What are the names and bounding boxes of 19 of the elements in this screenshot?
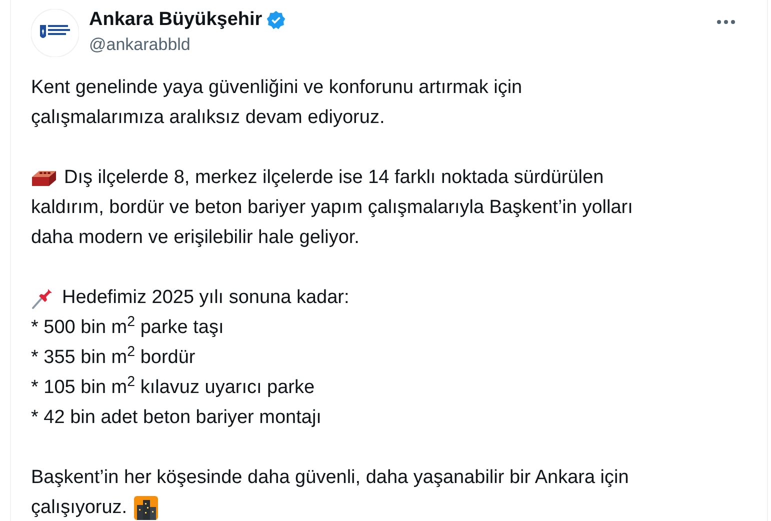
account-handle[interactable]: @ankarabbld	[89, 34, 286, 56]
tweet-text-line: Hedefimiz 2025 yılı sonuna kadar:	[62, 286, 350, 310]
tweet-text-line: çalışmalarımıza aralıksız devam ediyoruz.	[31, 106, 385, 130]
more-options-icon[interactable]	[715, 18, 737, 26]
tweet-text-line: kaldırım, bordür ve beton bariyer yapım çalışmalarıyla Başkent’in yolları	[31, 196, 633, 220]
brick-icon	[31, 168, 57, 188]
pushpin-icon	[31, 286, 55, 310]
tweet-text-line: çalışıyoruz.	[31, 496, 128, 520]
tweet-text-line: Başkent’in her köşesinde daha güvenli, daha yaşanabilir bir Ankara için	[31, 466, 629, 490]
tweet-text-line: daha modern ve erişilebilir hale geliyor.	[31, 226, 360, 250]
account-name[interactable]: Ankara Büyükşehir	[89, 8, 262, 32]
tweet-text-line: * 500 bin m$^{2}$ parke taşı	[31, 313, 224, 340]
tweet-text-line: Dış ilçelerde 8, merkez ilçelerde ise 14 farklı noktada sürdürülen	[64, 166, 604, 190]
tweet-text-line: * 355 bin m$^{2}$ bordür	[31, 343, 196, 370]
tweet-text-line: * 42 bin adet beton bariyer montajı	[31, 406, 322, 430]
tweet-text-line: * 105 bin m$^{2}$ kılavuz uyarıcı parke	[31, 373, 315, 400]
logo-avatar[interactable]	[31, 9, 79, 57]
tweet-text-line: Kent genelinde yaya güvenliğini ve konforunu artırmak için	[31, 76, 522, 100]
cityscape-icon	[134, 496, 158, 520]
